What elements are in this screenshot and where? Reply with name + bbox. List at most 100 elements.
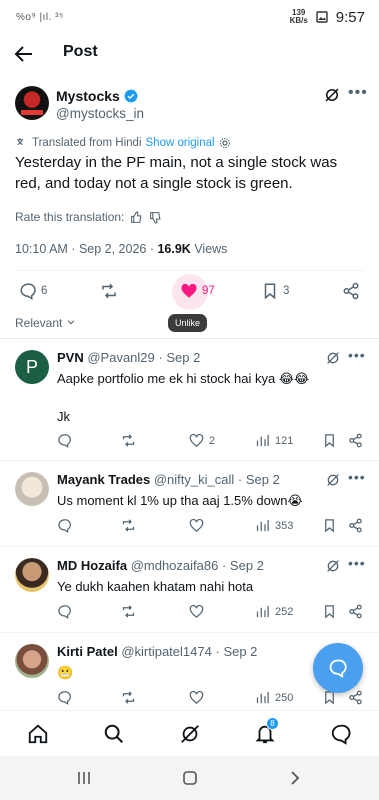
grok-icon[interactable] [325,472,341,488]
like-button[interactable]: 97 [180,282,215,300]
heart-icon [189,690,204,704]
back-arrow-icon[interactable] [12,42,36,66]
bookmark-button[interactable] [322,604,337,619]
thumbs-up-icon[interactable] [130,211,143,224]
repost-button[interactable] [100,282,118,300]
share-button[interactable] [342,282,360,300]
like-button[interactable] [189,604,209,619]
repost-icon [102,283,116,299]
repost-button[interactable] [121,604,136,619]
sort-replies-dropdown[interactable]: Relevant [15,316,76,330]
bookmark-button[interactable] [322,433,337,448]
share-button[interactable] [348,690,363,705]
thumbs-down-icon[interactable] [149,211,162,224]
share-button[interactable] [348,518,363,533]
reply-icon [58,519,71,533]
status-indicators: %o⁹ |ıl. ³⁵ [16,11,64,23]
grok-icon[interactable] [325,350,341,366]
avatar[interactable] [15,472,49,506]
reply-button[interactable] [57,518,72,533]
bookmark-button[interactable] [322,518,337,533]
reply-item[interactable]: Mayank Trades @nifty_ki_call · Sep 2 •••… [0,461,379,547]
recent-apps-icon[interactable] [76,770,92,786]
reply-icon [58,605,71,619]
reply-button[interactable] [57,690,72,705]
home-button-icon[interactable] [182,770,198,786]
notifications-badge: 8 [266,717,279,730]
views-button[interactable]: 121 [255,433,293,448]
author-handle[interactable]: @mystocks_in [56,106,144,121]
sort-label: Relevant [15,316,63,330]
home-icon[interactable] [27,723,49,745]
like-count: 97 [202,285,215,297]
avatar[interactable] [15,558,49,592]
analytics-icon [256,519,269,532]
repost-icon [122,519,135,532]
post-text: Yesterday in the PF main, not a single s… [15,154,338,192]
reply-author-name[interactable]: Mayank Trades [57,472,150,487]
more-options-icon[interactable]: ••• [348,469,366,485]
post-actions: 6 97 3 [15,274,364,310]
avatar[interactable]: P [15,350,49,384]
reply-button[interactable] [57,433,72,448]
status-bar: %o⁹ |ıl. ³⁵ 139 KB/s 9:57 [0,0,379,34]
more-options-icon[interactable]: ••• [348,84,368,102]
reply-item[interactable]: MD Hozaifa @mdhozaifa86 · Sep 2 ••• Ye d… [0,547,379,633]
reply-icon [58,434,71,448]
repost-button[interactable] [121,518,136,533]
compose-reply-button[interactable] [313,643,363,693]
settings-gear-icon[interactable] [219,137,231,149]
share-icon [349,518,362,533]
reply-author-name[interactable]: MD Hozaifa [57,558,127,573]
show-original-link[interactable]: Show original [146,137,215,149]
top-bar: Post [0,34,379,72]
reply-bubble-icon [329,659,347,678]
views-count: 16.9K [157,242,191,256]
more-options-icon[interactable]: ••• [348,555,366,571]
system-nav-bar [0,756,379,800]
reply-header: Mayank Trades @nifty_ki_call · Sep 2 [57,472,280,487]
messages-icon[interactable] [330,723,352,745]
author-name-row[interactable]: Mystocks [56,88,138,104]
reply-button[interactable]: 6 [19,282,47,300]
reply-text: 😬 [57,665,74,680]
share-button[interactable] [348,604,363,619]
reply-item[interactable]: P PVN @Pavanl29 · Sep 2 ••• Aapke portfo… [0,339,379,461]
grok-icon[interactable] [325,558,341,574]
views-button[interactable]: 252 [255,604,293,619]
repost-button[interactable] [121,433,136,448]
reply-header: PVN @Pavanl29 · Sep 2 [57,350,201,365]
search-icon[interactable] [103,723,125,745]
reply-count: 6 [41,285,48,297]
back-button-icon[interactable] [287,770,303,786]
avatar[interactable] [15,86,49,120]
bookmark-count: 3 [283,285,290,297]
grok-icon[interactable] [323,86,341,104]
heart-icon [189,518,204,532]
share-button[interactable] [348,433,363,448]
bookmark-icon [264,283,276,300]
bookmark-button[interactable]: 3 [261,282,289,300]
analytics-icon [256,691,269,704]
reply-header: Kirti Patel @kirtipatel1474 · Sep 2 [57,644,258,659]
like-button[interactable] [189,518,209,533]
repost-button[interactable] [121,690,136,705]
reply-text: Us moment kl 1% up tha aaj 1.5% down😭 [57,493,303,508]
bookmark-icon [325,434,334,448]
views-button[interactable]: 353 [255,518,293,533]
reply-button[interactable] [57,604,72,619]
grok-icon[interactable] [179,723,201,745]
avatar[interactable] [15,644,49,678]
reply-author-name[interactable]: Kirti Patel [57,644,118,659]
reply-actions: 353 [57,518,367,536]
repost-icon [122,605,135,618]
image-icon [316,11,328,23]
repost-icon [122,691,135,704]
more-options-icon[interactable]: ••• [348,347,366,363]
like-button[interactable] [189,690,209,705]
author-name[interactable]: Mystocks [56,88,120,104]
views-button[interactable]: 250 [255,690,293,705]
reply-author-name[interactable]: PVN [57,350,84,365]
like-button[interactable]: 2 [189,433,215,448]
bookmark-icon [325,605,334,619]
